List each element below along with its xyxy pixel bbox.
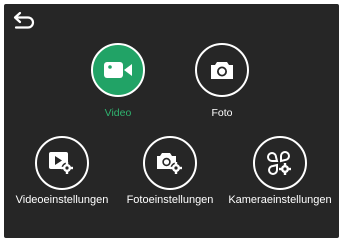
video-mode-button[interactable] bbox=[91, 43, 145, 97]
mode-photo[interactable]: Foto bbox=[187, 43, 257, 119]
mode-video[interactable]: Video bbox=[83, 43, 153, 119]
photo-settings-label: Fotoeinstellungen bbox=[126, 194, 214, 206]
camera-settings-button[interactable] bbox=[253, 136, 307, 190]
video-mode-label: Video bbox=[104, 107, 132, 119]
settings-video[interactable]: Videoeinstellungen bbox=[6, 136, 118, 206]
video-settings-icon bbox=[49, 152, 73, 174]
video-camera-icon bbox=[104, 62, 132, 78]
photo-settings-icon bbox=[157, 153, 182, 174]
settings-camera[interactable]: Kameraeinstellungen bbox=[224, 136, 336, 206]
photo-mode-button[interactable] bbox=[195, 43, 249, 97]
settings-photo[interactable]: Fotoeinstellungen bbox=[120, 136, 220, 206]
camera-settings-label: Kameraeinstellungen bbox=[228, 194, 332, 206]
video-settings-button[interactable] bbox=[35, 136, 89, 190]
video-settings-label: Videoeinstellungen bbox=[15, 194, 109, 206]
back-arrow-icon bbox=[13, 11, 35, 29]
camera-settings-icon bbox=[267, 151, 291, 175]
camera-menu-screen: Video Foto Videoeinstellungen Fotoeinste… bbox=[4, 4, 339, 238]
photo-settings-button[interactable] bbox=[143, 136, 197, 190]
photo-mode-label: Foto bbox=[211, 107, 233, 119]
photo-camera-icon bbox=[211, 62, 233, 79]
back-button[interactable] bbox=[12, 10, 38, 32]
